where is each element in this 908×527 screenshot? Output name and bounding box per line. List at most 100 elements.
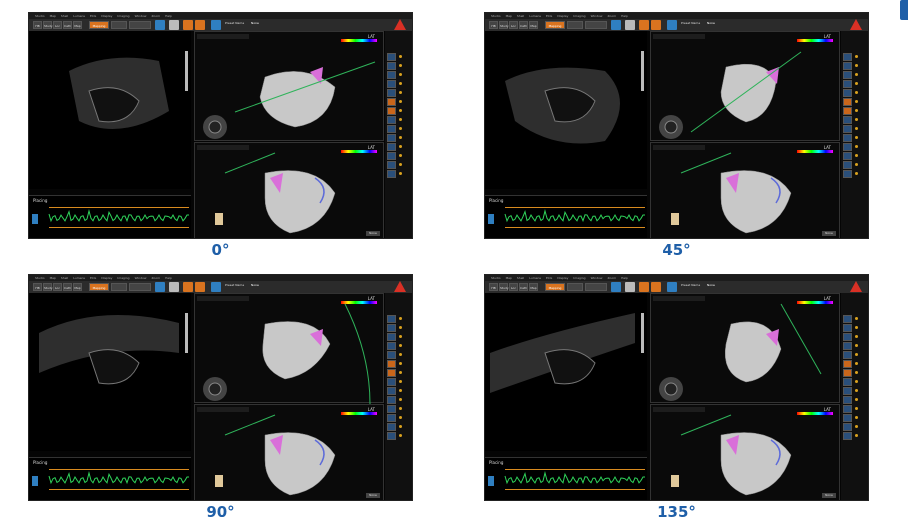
toolbar-button[interactable] bbox=[843, 125, 852, 133]
tab-study[interactable]: Study bbox=[499, 21, 509, 29]
toolbar-button[interactable] bbox=[843, 315, 852, 323]
view-button[interactable] bbox=[169, 20, 179, 30]
toolbar-button[interactable] bbox=[387, 378, 396, 386]
toolbar-button[interactable] bbox=[843, 170, 852, 178]
ecg-strip[interactable]: Placing bbox=[485, 457, 647, 500]
tab-blank-2[interactable] bbox=[585, 21, 607, 29]
tab-mapping[interactable]: Mapping bbox=[545, 283, 565, 291]
warning-icon[interactable] bbox=[850, 281, 862, 292]
toolbar-button[interactable] bbox=[843, 143, 852, 151]
view-button[interactable] bbox=[625, 282, 635, 292]
toolbar-button[interactable] bbox=[387, 342, 396, 350]
toolbar-button[interactable] bbox=[843, 53, 852, 61]
tab-blank-2[interactable] bbox=[129, 283, 151, 291]
toolbar-button[interactable] bbox=[387, 161, 396, 169]
settings-button[interactable] bbox=[155, 20, 165, 30]
toolbar-button[interactable] bbox=[843, 396, 852, 404]
tab-blank-2[interactable] bbox=[585, 283, 607, 291]
toolbar-button[interactable] bbox=[843, 152, 852, 160]
toolbar-button[interactable] bbox=[387, 351, 396, 359]
toolbar-button[interactable] bbox=[843, 324, 852, 332]
toolbar-button[interactable] bbox=[387, 396, 396, 404]
none-button[interactable]: None bbox=[822, 493, 836, 498]
ultrasound-view[interactable] bbox=[485, 293, 647, 451]
tab-blank-1[interactable] bbox=[567, 21, 583, 29]
ultrasound-view[interactable] bbox=[29, 31, 191, 189]
map-view-bottom[interactable]: LAT bbox=[650, 404, 840, 500]
tab-map[interactable]: Map bbox=[73, 283, 82, 291]
toolbar-button[interactable] bbox=[843, 405, 852, 413]
tab-map[interactable]: Map bbox=[529, 21, 538, 29]
toolbar-button[interactable] bbox=[843, 387, 852, 395]
ultrasound-view[interactable] bbox=[29, 293, 191, 451]
tab-hb[interactable]: HB bbox=[33, 283, 42, 291]
view-button[interactable] bbox=[625, 20, 635, 30]
map-view-top[interactable]: LAT bbox=[194, 293, 384, 404]
tab-map[interactable]: Map bbox=[529, 283, 538, 291]
none-button[interactable]: None bbox=[366, 493, 380, 498]
toolbar-button[interactable] bbox=[387, 116, 396, 124]
view-button[interactable] bbox=[169, 282, 179, 292]
tab-loc[interactable]: Loc bbox=[509, 21, 518, 29]
orange-button-1[interactable] bbox=[183, 20, 193, 30]
toolbar-button[interactable] bbox=[387, 53, 396, 61]
ultrasound-view[interactable] bbox=[485, 31, 647, 189]
toolbar-button[interactable] bbox=[843, 89, 852, 97]
orange-button-1[interactable] bbox=[639, 282, 649, 292]
toolbar-button[interactable] bbox=[387, 360, 396, 368]
tab-mapping[interactable]: Mapping bbox=[545, 21, 565, 29]
toolbar-button[interactable] bbox=[843, 369, 852, 377]
orange-button-2[interactable] bbox=[195, 20, 205, 30]
tab-loc[interactable]: Loc bbox=[53, 283, 62, 291]
toolbar-button[interactable] bbox=[843, 378, 852, 386]
tab-cath[interactable]: Cath bbox=[519, 21, 528, 29]
tab-blank-1[interactable] bbox=[111, 21, 127, 29]
toolbar-button[interactable] bbox=[843, 423, 852, 431]
tab-mapping[interactable]: Mapping bbox=[89, 283, 109, 291]
settings-button[interactable] bbox=[611, 282, 621, 292]
tab-map[interactable]: Map bbox=[73, 21, 82, 29]
warning-icon[interactable] bbox=[850, 19, 862, 30]
ecg-strip[interactable]: Placing bbox=[485, 195, 647, 238]
tab-hb[interactable]: HB bbox=[489, 21, 498, 29]
ecg-strip[interactable]: Placing bbox=[29, 457, 191, 500]
warning-icon[interactable] bbox=[394, 281, 406, 292]
tab-study[interactable]: Study bbox=[499, 283, 509, 291]
none-button[interactable]: None bbox=[366, 231, 380, 236]
toolbar-button[interactable] bbox=[843, 360, 852, 368]
toolbar-button[interactable] bbox=[387, 423, 396, 431]
tab-blank-1[interactable] bbox=[111, 283, 127, 291]
tab-cath[interactable]: Cath bbox=[519, 283, 528, 291]
tab-study[interactable]: Study bbox=[43, 21, 53, 29]
toolbar-button[interactable] bbox=[387, 107, 396, 115]
toolbar-button[interactable] bbox=[387, 414, 396, 422]
map-view-bottom[interactable]: LAT bbox=[194, 142, 384, 238]
map-view-top[interactable]: LAT bbox=[650, 293, 840, 403]
toolbar-button[interactable] bbox=[387, 170, 396, 178]
tab-blank-1[interactable] bbox=[567, 283, 583, 291]
toolbar-button[interactable] bbox=[843, 62, 852, 70]
toolbar-button[interactable] bbox=[387, 98, 396, 106]
tab-loc[interactable]: Loc bbox=[53, 21, 62, 29]
map-view-top[interactable]: LAT bbox=[194, 31, 384, 141]
toolbar-button[interactable] bbox=[387, 324, 396, 332]
toolbar-button[interactable] bbox=[387, 405, 396, 413]
tab-cath[interactable]: Cath bbox=[63, 21, 72, 29]
tab-loc[interactable]: Loc bbox=[509, 283, 518, 291]
toolbar-button[interactable] bbox=[843, 116, 852, 124]
toolbar-button[interactable] bbox=[843, 432, 852, 440]
toolbar-button[interactable] bbox=[843, 107, 852, 115]
map-view-top[interactable]: LAT bbox=[650, 31, 840, 141]
tab-cath[interactable]: Cath bbox=[63, 283, 72, 291]
none-button[interactable]: None bbox=[822, 231, 836, 236]
warning-icon[interactable] bbox=[394, 19, 406, 30]
toolbar-button[interactable] bbox=[387, 89, 396, 97]
toolbar-button[interactable] bbox=[387, 369, 396, 377]
toolbar-button[interactable] bbox=[387, 125, 396, 133]
toolbar-button[interactable] bbox=[387, 333, 396, 341]
tab-hb[interactable]: HB bbox=[489, 283, 498, 291]
toolbar-button[interactable] bbox=[387, 143, 396, 151]
settings-button[interactable] bbox=[155, 282, 165, 292]
tab-blank-2[interactable] bbox=[129, 21, 151, 29]
toolbar-button[interactable] bbox=[387, 387, 396, 395]
